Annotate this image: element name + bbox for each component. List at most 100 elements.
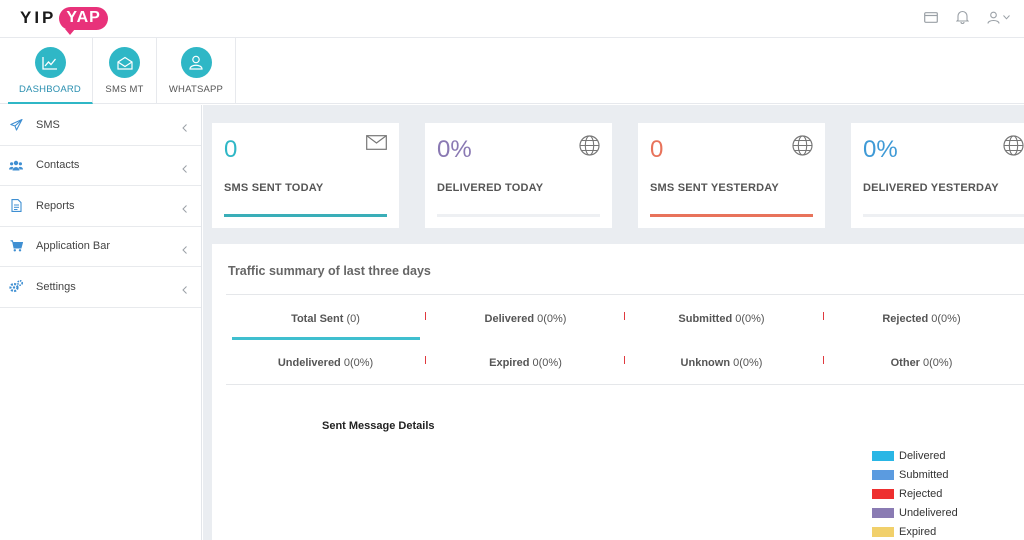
traffic-summary-panel: Traffic summary of last three days Total… — [212, 244, 1024, 540]
top-bar: YIP YAP — [0, 0, 1024, 38]
chevron-left-icon — [182, 160, 187, 178]
stat-value: 0(0%) — [733, 357, 763, 369]
cart-icon — [9, 239, 23, 253]
chevron-left-icon — [182, 119, 187, 137]
legend-label: Expired — [899, 525, 937, 538]
stat-expired[interactable]: Expired 0(0%) — [428, 357, 623, 369]
chart-legend: Delivered Submitted Rejected Undelivered… — [872, 446, 958, 540]
stat-label: Undelivered — [277, 357, 341, 369]
brand-logo[interactable]: YIP YAP — [20, 5, 108, 35]
card-progress-bar — [650, 214, 813, 217]
card-caption: DELIVERED YESTERDAY — [863, 182, 999, 194]
sidebar-item-application-bar[interactable]: Application Bar — [0, 227, 201, 267]
chevron-down-icon — [1003, 14, 1010, 20]
legend-swatch — [872, 507, 894, 518]
stat-label: Other — [890, 357, 920, 369]
top-actions — [924, 10, 1010, 24]
sidebar-item-sms[interactable]: SMS — [0, 105, 201, 146]
legend-item-delivered[interactable]: Delivered — [872, 446, 958, 465]
legend-label: Undelivered — [899, 506, 958, 519]
sidebar-item-label: Reports — [36, 199, 75, 212]
active-stat-underline — [232, 337, 420, 340]
sidebar-item-settings[interactable]: Settings — [0, 267, 201, 308]
envelope-icon — [366, 135, 387, 155]
sidebar-item-contacts[interactable]: Contacts — [0, 146, 201, 186]
stat-separator — [624, 356, 625, 364]
stat-value: 0(0%) — [931, 313, 961, 325]
card-progress-bar — [437, 214, 600, 217]
legend-item-expired[interactable]: Expired — [872, 522, 958, 540]
chevron-left-icon — [182, 281, 187, 299]
stat-value: 0(0%) — [923, 357, 953, 369]
envelope-open-icon — [109, 47, 140, 78]
legend-item-undelivered[interactable]: Undelivered — [872, 503, 958, 522]
users-icon — [9, 158, 23, 172]
user-menu[interactable] — [987, 11, 1010, 24]
stat-undelivered[interactable]: Undelivered 0(0%) — [228, 357, 423, 369]
sidebar-item-reports[interactable]: Reports — [0, 186, 201, 227]
stat-submitted[interactable]: Submitted 0(0%) — [624, 313, 819, 325]
globe-icon — [1003, 135, 1024, 161]
sidebar-item-label: Application Bar — [36, 240, 110, 253]
legend-item-submitted[interactable]: Submitted — [872, 465, 958, 484]
legend-item-rejected[interactable]: Rejected — [872, 484, 958, 503]
module-tabs: DASHBOARD SMS MT WHATSAPP — [0, 38, 1024, 104]
bell-icon[interactable] — [956, 10, 969, 24]
stat-value: 0(0%) — [735, 313, 765, 325]
stat-delivered[interactable]: Delivered 0(0%) — [428, 313, 623, 325]
chart-title: Sent Message Details — [322, 420, 435, 432]
legend-label: Rejected — [899, 487, 943, 500]
stat-value: (0) — [346, 313, 360, 325]
brand-logo-part1: YIP — [20, 8, 57, 27]
document-icon — [9, 199, 23, 213]
stat-label: Submitted — [678, 313, 733, 325]
card-progress-bar — [863, 214, 1024, 217]
main-content: 0 SMS SENT TODAY 0% DELIVERED TODAY 0 SM… — [203, 105, 1024, 540]
stat-separator — [425, 356, 426, 364]
stat-label: Rejected — [882, 313, 929, 325]
chevron-left-icon — [182, 241, 187, 259]
tab-whatsapp-label: WHATSAPP — [168, 84, 224, 95]
stat-other[interactable]: Other 0(0%) — [824, 357, 1019, 369]
tab-sms-mt-label: SMS MT — [105, 84, 144, 95]
stat-separator — [823, 356, 824, 364]
card-value: 0% — [437, 136, 472, 163]
sidebar-item-label: SMS — [36, 118, 60, 131]
stat-value: 0(0%) — [537, 313, 567, 325]
legend-label: Submitted — [899, 468, 949, 481]
stat-rejected[interactable]: Rejected 0(0%) — [824, 313, 1019, 325]
tab-dashboard[interactable]: DASHBOARD — [8, 38, 93, 104]
divider — [226, 294, 1024, 295]
tab-sms-mt[interactable]: SMS MT — [93, 38, 157, 104]
stat-separator — [624, 312, 625, 320]
stat-unknown[interactable]: Unknown 0(0%) — [624, 357, 819, 369]
legend-swatch — [872, 450, 894, 461]
tab-whatsapp[interactable]: WHATSAPP — [157, 38, 236, 104]
card-caption: SMS SENT YESTERDAY — [650, 182, 779, 194]
chevron-left-icon — [182, 200, 187, 218]
stat-card-sms-sent-yesterday: 0 SMS SENT YESTERDAY — [638, 123, 825, 228]
stat-total-sent[interactable]: Total Sent (0) — [228, 313, 423, 325]
cogs-icon — [9, 280, 23, 294]
stat-label: Unknown — [680, 357, 731, 369]
panel-title: Traffic summary of last three days — [228, 264, 431, 278]
stat-label: Total Sent — [291, 313, 344, 325]
tab-dashboard-label: DASHBOARD — [19, 84, 81, 95]
card-progress-bar — [224, 214, 387, 217]
chart-line-icon — [34, 47, 66, 78]
user-icon — [987, 11, 1000, 24]
user-icon — [180, 47, 212, 78]
credit-card-icon[interactable] — [924, 11, 938, 23]
globe-icon — [792, 135, 813, 161]
stat-value: 0(0%) — [532, 357, 562, 369]
stat-label: Delivered — [484, 313, 535, 325]
sidebar-item-label: Settings — [36, 280, 76, 293]
stat-card-delivered-today: 0% DELIVERED TODAY — [425, 123, 612, 228]
card-value: 0% — [863, 136, 898, 163]
legend-swatch — [872, 469, 894, 480]
card-value: 0 — [650, 136, 664, 163]
stat-value: 0(0%) — [343, 357, 374, 369]
brand-logo-part2: YAP — [59, 6, 108, 35]
card-caption: SMS SENT TODAY — [224, 182, 324, 194]
legend-swatch — [872, 488, 894, 499]
